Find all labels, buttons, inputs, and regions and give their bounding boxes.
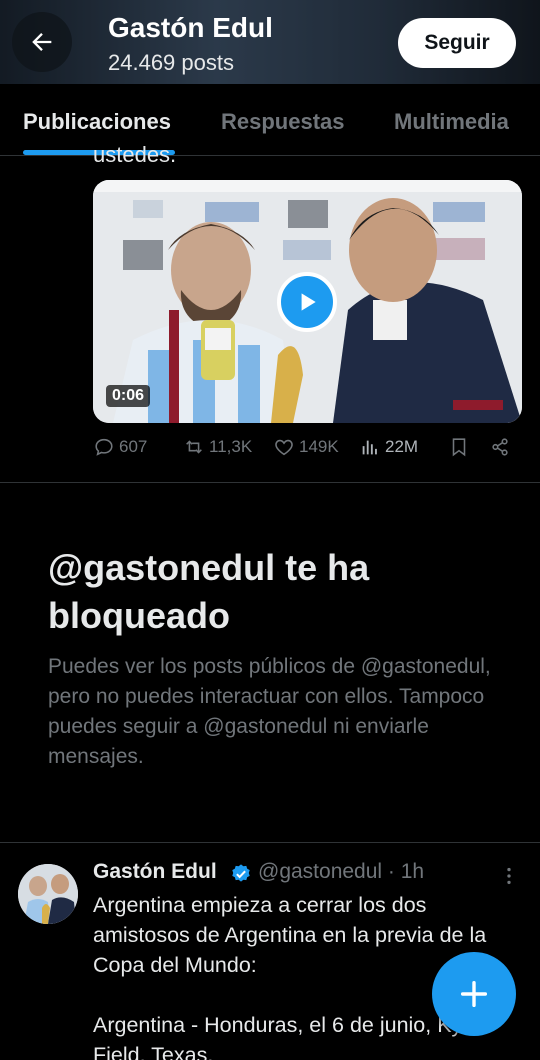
- more-options-icon[interactable]: [498, 864, 520, 888]
- video-thumbnail[interactable]: 0:06: [93, 180, 522, 423]
- plus-icon: [460, 980, 488, 1008]
- share-icon: [492, 438, 508, 456]
- like-button[interactable]: 149K: [273, 436, 339, 458]
- avatar[interactable]: [18, 864, 78, 924]
- repost-icon: [186, 440, 202, 454]
- post-count: 24.469 posts: [108, 50, 234, 75]
- repost-button[interactable]: 11,3K: [183, 436, 252, 458]
- tweet-text-cutoff: ustedes.: [93, 142, 177, 167]
- tab-respuestas[interactable]: Respuestas: [221, 109, 345, 135]
- back-button[interactable]: [12, 12, 72, 72]
- verified-badge-icon: [232, 864, 250, 882]
- bookmark-button[interactable]: [448, 436, 470, 458]
- reply-button[interactable]: 607: [93, 436, 147, 458]
- video-duration: 0:06: [106, 385, 151, 407]
- divider: [0, 842, 540, 843]
- views-count: 22M: [385, 437, 419, 456]
- views-button[interactable]: 22M: [359, 436, 418, 458]
- analytics-icon: [362, 440, 377, 455]
- author-name[interactable]: Gastón Edul: [93, 860, 217, 884]
- heart-icon: [275, 439, 293, 456]
- like-count: 149K: [299, 437, 339, 456]
- share-button[interactable]: [489, 436, 511, 458]
- avatar-illustration: [18, 864, 78, 924]
- compose-button[interactable]: [432, 952, 516, 1036]
- repost-count: 11,3K: [209, 437, 253, 456]
- blocked-title: @gastonedul te ha bloqueado: [48, 547, 370, 636]
- bookmark-icon: [452, 438, 466, 457]
- reply-icon: [95, 438, 113, 456]
- divider: [0, 482, 540, 483]
- play-button[interactable]: [277, 272, 337, 332]
- follow-button[interactable]: Seguir: [398, 18, 516, 68]
- profile-header: Gastón Edul 24.469 posts Seguir: [0, 0, 540, 84]
- arrow-left-icon: [32, 33, 52, 51]
- play-icon: [301, 293, 316, 311]
- tab-publicaciones[interactable]: Publicaciones: [23, 109, 171, 135]
- blocked-description: Puedes ver los posts públicos de @gaston…: [48, 655, 491, 768]
- reply-count: 607: [119, 437, 148, 456]
- tweet-actions: 607 11,3K 149K 22M: [93, 436, 523, 466]
- profile-tabs: Publicaciones Respuestas Multimedia: [0, 84, 540, 156]
- author-handle-time: @gastonedul · 1h: [258, 860, 425, 883]
- profile-name: Gastón Edul: [108, 12, 273, 43]
- tab-multimedia[interactable]: Multimedia: [394, 109, 509, 135]
